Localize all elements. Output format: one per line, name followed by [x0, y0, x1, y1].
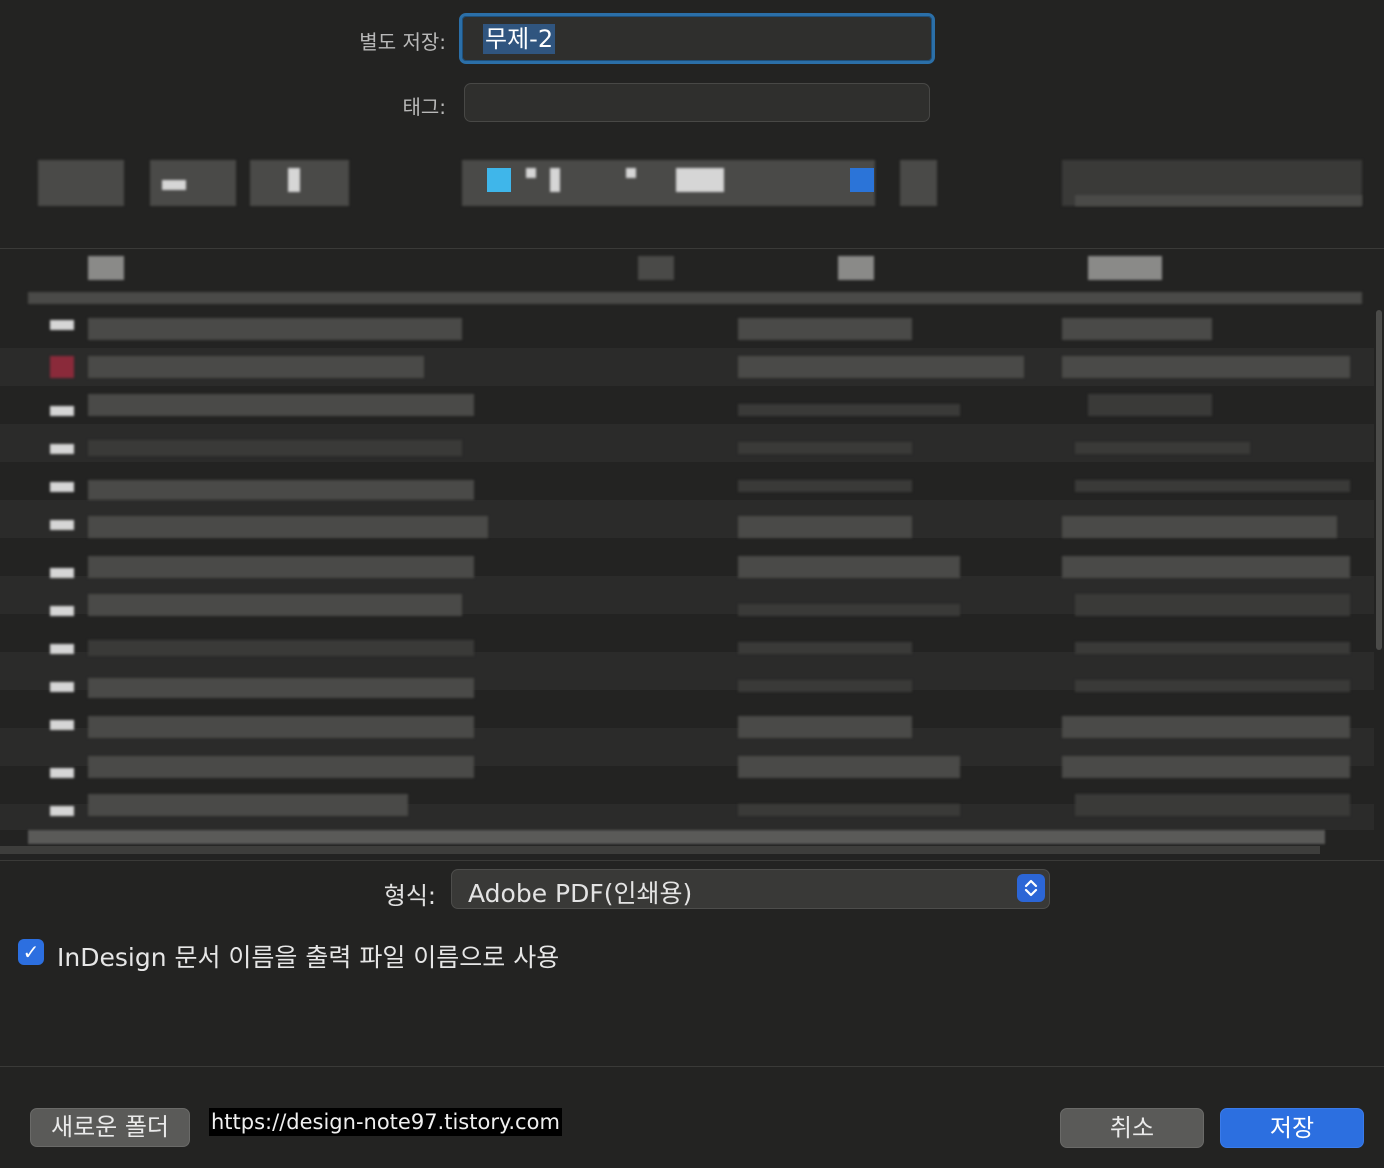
obscured-text [1075, 794, 1350, 816]
obscured-text [738, 756, 960, 778]
list-bottom-edge [0, 846, 1320, 854]
format-popup[interactable]: Adobe PDF(인쇄용) [451, 869, 1050, 909]
obscured-icon [50, 444, 74, 454]
obscured-text [1088, 394, 1212, 416]
obscured-mark [526, 168, 536, 178]
save-button[interactable]: 저장 [1220, 1108, 1364, 1148]
save-as-field[interactable]: 무제-2 [459, 13, 935, 64]
obscured-icon [50, 768, 74, 778]
folder-icon-obscured [487, 168, 511, 192]
column-header-obscured[interactable] [838, 256, 874, 280]
view-icon-obscured [162, 180, 186, 190]
column-header-obscured[interactable] [1088, 256, 1162, 280]
obscured-icon [50, 320, 74, 330]
obscured-text [1062, 516, 1337, 538]
save-as-label: 별도 저장: [359, 30, 446, 54]
divider [0, 248, 1384, 249]
obscured-text [738, 556, 960, 578]
obscured-text [88, 794, 408, 816]
obscured-text [1062, 356, 1350, 378]
obscured-icon [50, 356, 74, 378]
obscured-text [88, 440, 462, 456]
divider [0, 1066, 1384, 1067]
obscured-text [88, 480, 474, 500]
obscured-text [738, 716, 912, 738]
obscured-text [1075, 442, 1250, 454]
column-header-obscured[interactable] [88, 256, 124, 280]
obscured-text [1075, 594, 1350, 616]
obscured-text [88, 756, 474, 778]
obscured-text [88, 356, 424, 378]
obscured-text [738, 804, 960, 816]
location-popup-obscured[interactable] [462, 160, 875, 206]
obscured-text [88, 678, 474, 698]
obscured-icon [50, 682, 74, 692]
nav-back-forward-obscured[interactable] [38, 160, 124, 206]
obscured-text [738, 480, 912, 492]
cancel-button[interactable]: 취소 [1060, 1108, 1204, 1148]
obscured-text [1062, 756, 1350, 778]
obscured-text [738, 442, 912, 454]
obscured-mark [550, 168, 560, 192]
search-underline-obscured [1075, 195, 1362, 206]
obscured-text [88, 556, 474, 578]
obscured-text [738, 356, 1024, 378]
obscured-icon [50, 720, 74, 730]
header-bar-obscured [28, 292, 1362, 304]
divider [0, 860, 1384, 861]
obscured-text [1062, 318, 1212, 340]
obscured-text [738, 404, 960, 416]
list-scrollbar[interactable] [1376, 310, 1382, 650]
obscured-icon [50, 806, 74, 816]
obscured-text [738, 318, 912, 340]
checkmark-icon: ✓ [22, 940, 40, 964]
chevron-up-down-icon [1017, 874, 1045, 902]
obscured-icon [50, 606, 74, 616]
obscured-icon [50, 568, 74, 578]
watermark-text: https://design-note97.tistory.com [209, 1108, 562, 1136]
obscured-text [738, 516, 912, 538]
obscured-icon [50, 644, 74, 654]
save-as-value[interactable]: 무제-2 [483, 24, 556, 54]
obscured-text [88, 716, 474, 738]
expand-button-obscured[interactable] [900, 160, 937, 206]
obscured-text [88, 516, 488, 538]
obscured-text [88, 640, 474, 656]
new-folder-button[interactable]: 새로운 폴더 [30, 1108, 190, 1147]
horizontal-scrollbar[interactable] [28, 830, 1325, 844]
column-header-obscured[interactable] [638, 256, 674, 280]
obscured-text [738, 680, 912, 692]
obscured-icon [50, 406, 74, 416]
obscured-text [88, 594, 462, 616]
tags-label: 태그: [402, 95, 446, 119]
obscured-text [738, 642, 912, 654]
format-label: 형식: [383, 882, 436, 910]
obscured-mark [676, 168, 724, 192]
obscured-text [88, 318, 462, 340]
obscured-icon [50, 520, 74, 530]
group-icon-obscured [288, 168, 300, 192]
obscured-mark [626, 168, 636, 178]
format-value: Adobe PDF(인쇄용) [468, 879, 693, 908]
use-doc-name-checkbox[interactable]: ✓ [18, 939, 44, 965]
tags-field[interactable] [464, 83, 930, 122]
obscured-text [1062, 556, 1350, 578]
obscured-text [1075, 680, 1350, 692]
obscured-text [1075, 480, 1350, 492]
obscured-icon [50, 482, 74, 492]
obscured-text [1075, 642, 1350, 654]
popup-arrow-obscured [850, 168, 874, 192]
obscured-text [1062, 716, 1350, 738]
obscured-text [738, 604, 960, 616]
use-doc-name-label[interactable]: InDesign 문서 이름을 출력 파일 이름으로 사용 [57, 938, 559, 974]
obscured-text [88, 394, 474, 416]
